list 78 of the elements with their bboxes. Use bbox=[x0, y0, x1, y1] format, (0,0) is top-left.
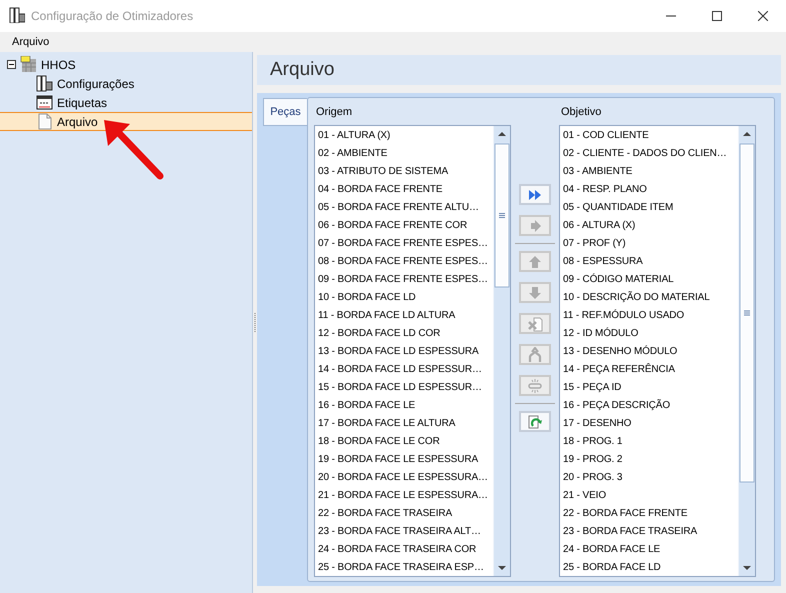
list-item[interactable]: 03 - AMBIENTE bbox=[560, 163, 738, 181]
broken-link-icon bbox=[527, 378, 543, 394]
list-item[interactable]: 03 - ATRIBUTO DE SISTEMA bbox=[315, 163, 493, 181]
page-header: Arquivo bbox=[257, 55, 781, 85]
list-item[interactable]: 17 - BORDA FACE LE ALTURA bbox=[315, 415, 493, 433]
list-item[interactable]: 22 - BORDA FACE FRENTE bbox=[560, 505, 738, 523]
list-item[interactable]: 25 - BORDA FACE LD bbox=[560, 559, 738, 576]
arrow-up-icon bbox=[527, 254, 543, 270]
list-item[interactable]: 23 - BORDA FACE TRASEIRA bbox=[560, 523, 738, 541]
list-item[interactable]: 01 - ALTURA (X) bbox=[315, 127, 493, 145]
list-item[interactable]: 20 - BORDA FACE LE ESPESSURA… bbox=[315, 469, 493, 487]
list-item[interactable]: 12 - ID MÓDULO bbox=[560, 325, 738, 343]
list-item[interactable]: 19 - BORDA FACE LE ESPESSURA bbox=[315, 451, 493, 469]
list-item[interactable]: 23 - BORDA FACE TRASEIRA ALT… bbox=[315, 523, 493, 541]
list-item[interactable]: 06 - ALTURA (X) bbox=[560, 217, 738, 235]
list-item[interactable]: 07 - BORDA FACE FRENTE ESPES… bbox=[315, 235, 493, 253]
list-item[interactable]: 12 - BORDA FACE LD COR bbox=[315, 325, 493, 343]
collapse-icon[interactable] bbox=[7, 60, 16, 69]
list-item[interactable]: 07 - PROF (Y) bbox=[560, 235, 738, 253]
list-item[interactable]: 16 - BORDA FACE LE bbox=[315, 397, 493, 415]
app-icon bbox=[9, 6, 25, 22]
list-item[interactable]: 05 - QUANTIDADE ITEM bbox=[560, 199, 738, 217]
list-item[interactable]: 09 - CÓDIGO MATERIAL bbox=[560, 271, 738, 289]
list-item[interactable]: 08 - BORDA FACE FRENTE ESPES… bbox=[315, 253, 493, 271]
menu-item[interactable]: Arquivo bbox=[12, 36, 50, 48]
label-icon bbox=[36, 94, 53, 111]
list-item[interactable]: 24 - BORDA FACE TRASEIRA COR bbox=[315, 541, 493, 559]
list-item[interactable]: 05 - BORDA FACE FRENTE ALTU… bbox=[315, 199, 493, 217]
list-item[interactable]: 02 - CLIENTE - DADOS DO CLIEN… bbox=[560, 145, 738, 163]
list-item[interactable]: 14 - PEÇA REFERÊNCIA bbox=[560, 361, 738, 379]
list-item[interactable]: 08 - ESPESSURA bbox=[560, 253, 738, 271]
list-item[interactable]: 09 - BORDA FACE FRENTE ESPES… bbox=[315, 271, 493, 289]
list-item[interactable]: 14 - BORDA FACE LD ESPESSUR… bbox=[315, 361, 493, 379]
tab[interactable]: Peças bbox=[263, 98, 307, 126]
list-item[interactable]: 15 - PEÇA ID bbox=[560, 379, 738, 397]
delete-document-icon bbox=[527, 316, 543, 332]
list-item[interactable]: 22 - BORDA FACE TRASEIRA bbox=[315, 505, 493, 523]
file-icon bbox=[36, 113, 53, 130]
list-item[interactable]: 04 - RESP. PLANO bbox=[560, 181, 738, 199]
close-icon bbox=[758, 11, 768, 21]
list-item[interactable]: 21 - BORDA FACE LE ESPESSURA… bbox=[315, 487, 493, 505]
list-label: Objetivo bbox=[560, 104, 602, 120]
list-item[interactable]: 18 - PROG. 1 bbox=[560, 433, 738, 451]
list-item[interactable]: 01 - COD CLIENTE bbox=[560, 127, 738, 145]
maximize-icon bbox=[712, 11, 722, 21]
window-title: Configuração de Otimizadores bbox=[31, 9, 194, 23]
list-item[interactable]: 13 - BORDA FACE LD ESPESSURA bbox=[315, 343, 493, 361]
building-icon bbox=[20, 56, 37, 73]
tree-item[interactable]: Etiquetas bbox=[0, 93, 252, 112]
tree-item[interactable]: HHOS bbox=[0, 55, 252, 74]
config-icon bbox=[36, 75, 53, 92]
list-item[interactable]: 21 - VEIO bbox=[560, 487, 738, 505]
list-item[interactable]: 17 - DESENHO bbox=[560, 415, 738, 433]
add-all-button[interactable] bbox=[519, 184, 551, 205]
list-item[interactable]: 25 - BORDA FACE TRASEIRA ESP… bbox=[315, 559, 493, 576]
tree-item[interactable]: Arquivo bbox=[0, 112, 252, 131]
list-item[interactable]: 19 - PROG. 2 bbox=[560, 451, 738, 469]
list-box[interactable] bbox=[559, 125, 756, 577]
refresh-document-icon bbox=[527, 414, 543, 430]
merge-icon bbox=[527, 346, 543, 362]
refresh-button[interactable] bbox=[519, 411, 551, 432]
list-item[interactable]: 02 - AMBIENTE bbox=[315, 145, 493, 163]
list-item[interactable]: 11 - REF.MÓDULO USADO bbox=[560, 307, 738, 325]
list-item[interactable]: 20 - PROG. 3 bbox=[560, 469, 738, 487]
list-item[interactable]: 06 - BORDA FACE FRENTE COR bbox=[315, 217, 493, 235]
list-item[interactable]: 24 - BORDA FACE LE bbox=[560, 541, 738, 559]
list-item[interactable]: 18 - BORDA FACE LE COR bbox=[315, 433, 493, 451]
list-item[interactable]: 13 - DESENHO MÓDULO bbox=[560, 343, 738, 361]
tree-item[interactable]: Configurações bbox=[0, 74, 252, 93]
list-item[interactable]: 15 - BORDA FACE LD ESPESSUR… bbox=[315, 379, 493, 397]
list-item[interactable]: 10 - BORDA FACE LD bbox=[315, 289, 493, 307]
list-item[interactable]: 04 - BORDA FACE FRENTE bbox=[315, 181, 493, 199]
list-label: Origem bbox=[315, 104, 354, 120]
arrow-down-icon bbox=[527, 284, 543, 300]
list-item[interactable]: 11 - BORDA FACE LD ALTURA bbox=[315, 307, 493, 325]
list-item[interactable]: 16 - PEÇA DESCRIÇÃO bbox=[560, 397, 738, 415]
list-item[interactable]: 10 - DESCRIÇÃO DO MATERIAL bbox=[560, 289, 738, 307]
list-box[interactable] bbox=[314, 125, 511, 577]
